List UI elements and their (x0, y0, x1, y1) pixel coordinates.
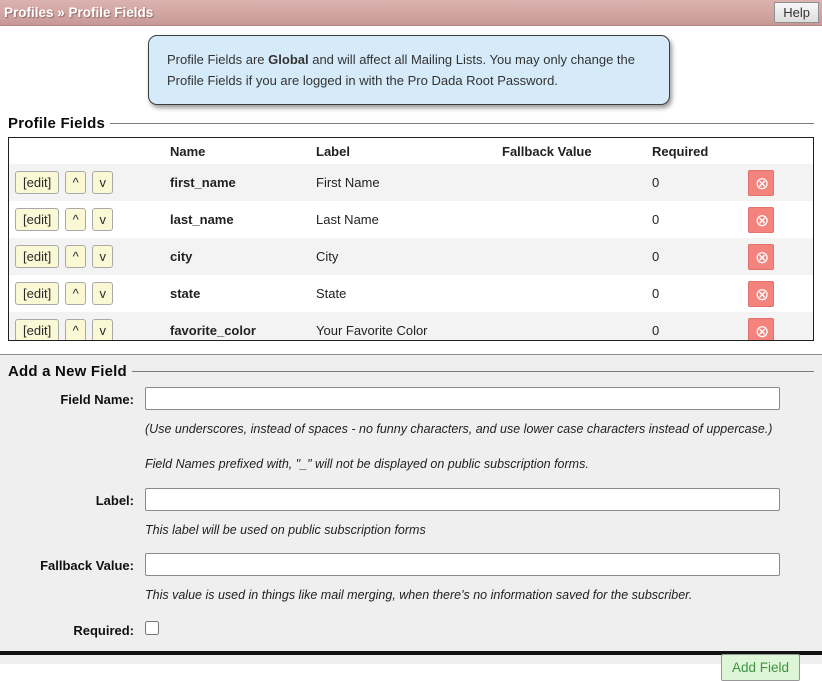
required-cell: 0 (648, 201, 744, 238)
add-field-button[interactable]: Add Field (721, 654, 800, 681)
edit-button[interactable]: [edit] (15, 282, 59, 305)
delete-field-icon[interactable]: ⊗ (748, 170, 774, 196)
required-checkbox[interactable] (145, 621, 159, 635)
breadcrumb-bar: Profiles » Profile Fields Help (0, 0, 822, 26)
required-cell: 0 (648, 312, 744, 341)
table-header-row: Name Label Fallback Value Required (9, 138, 813, 164)
table-row: [edit] ^ v last_nameLast Name 0⊗ (9, 201, 813, 238)
profile-fields-table-wrap: Name Label Fallback Value Required [edit… (8, 137, 814, 341)
field-name-input[interactable] (145, 387, 780, 410)
notice-text-before: Profile Fields are (167, 52, 268, 67)
col-header-delete (744, 138, 813, 164)
bottom-tail (0, 655, 822, 664)
table-row: [edit] ^ v first_nameFirst Name 0⊗ (9, 164, 813, 201)
fallback-value-label: Fallback Value: (8, 553, 134, 573)
edit-button[interactable]: [edit] (15, 319, 59, 341)
col-header-name: Name (166, 138, 312, 164)
upper-section: Profile Fields are Global and will affec… (0, 26, 822, 354)
fallback-value-cell (498, 312, 648, 341)
field-name-cell: first_name (166, 164, 312, 201)
field-name-cell: last_name (166, 201, 312, 238)
table-row: [edit] ^ v cityCity 0⊗ (9, 238, 813, 275)
field-name-label: Field Name: (8, 387, 134, 407)
col-header-required: Required (648, 138, 744, 164)
global-notice-box: Profile Fields are Global and will affec… (148, 35, 670, 105)
move-up-button[interactable]: ^ (65, 319, 86, 341)
add-field-fieldset: Add a New Field Field Name: (Use undersc… (8, 363, 814, 681)
delete-field-icon[interactable]: ⊗ (748, 207, 774, 233)
help-button[interactable]: Help (774, 2, 819, 23)
col-header-label: Label (312, 138, 498, 164)
lower-section: Add a New Field Field Name: (Use undersc… (0, 354, 822, 651)
field-label-cell: Last Name (312, 201, 498, 238)
move-up-button[interactable]: ^ (65, 245, 86, 268)
move-down-button[interactable]: v (92, 319, 113, 341)
field-name-cell: city (166, 238, 312, 275)
move-up-button[interactable]: ^ (65, 282, 86, 305)
fallback-value-input[interactable] (145, 553, 780, 576)
field-label-cell: First Name (312, 164, 498, 201)
breadcrumb: Profiles » Profile Fields (4, 5, 153, 20)
delete-field-icon[interactable]: ⊗ (748, 244, 774, 270)
edit-button[interactable]: [edit] (15, 208, 59, 231)
field-name-cell: state (166, 275, 312, 312)
move-down-button[interactable]: v (92, 171, 113, 194)
notice-text-bold: Global (268, 52, 308, 67)
required-cell: 0 (648, 164, 744, 201)
profile-fields-legend: Profile Fields (6, 115, 110, 132)
field-label-cell: Your Favorite Color (312, 312, 498, 341)
fallback-value-help: This value is used in things like mail m… (145, 587, 780, 603)
move-down-button[interactable]: v (92, 282, 113, 305)
table-row: [edit] ^ v stateState 0⊗ (9, 275, 813, 312)
table-row: [edit] ^ v favorite_colorYour Favorite Colo… (9, 312, 813, 341)
required-cell: 0 (648, 238, 744, 275)
fallback-value-cell (498, 238, 648, 275)
field-name-help-1: (Use underscores, instead of spaces - no… (145, 421, 780, 437)
label-input[interactable] (145, 488, 780, 511)
edit-button[interactable]: [edit] (15, 171, 59, 194)
fallback-value-cell (498, 164, 648, 201)
profile-fields-table: Name Label Fallback Value Required [edit… (9, 138, 813, 341)
fallback-value-cell (498, 275, 648, 312)
col-header-actions (9, 138, 166, 164)
field-name-help-2: Field Names prefixed with, "_" will not … (145, 456, 780, 472)
required-cell: 0 (648, 275, 744, 312)
col-header-fallback: Fallback Value (498, 138, 648, 164)
field-name-cell: favorite_color (166, 312, 312, 341)
delete-field-icon[interactable]: ⊗ (748, 281, 774, 307)
fallback-value-cell (498, 201, 648, 238)
field-label-cell: State (312, 275, 498, 312)
profile-fields-fieldset: Profile Fields Name Label Fallback Value… (8, 115, 814, 341)
label-help: This label will be used on public subscr… (145, 522, 780, 538)
add-field-legend: Add a New Field (6, 363, 132, 380)
label-label: Label: (8, 488, 134, 508)
move-down-button[interactable]: v (92, 245, 113, 268)
edit-button[interactable]: [edit] (15, 245, 59, 268)
required-label: Required: (8, 618, 134, 638)
field-label-cell: City (312, 238, 498, 275)
move-up-button[interactable]: ^ (65, 171, 86, 194)
profile-fields-tbody: [edit]^vfirst_nameFirst Name0⊗[edit]^vla… (9, 164, 813, 341)
move-down-button[interactable]: v (92, 208, 113, 231)
delete-field-icon[interactable]: ⊗ (748, 318, 774, 342)
move-up-button[interactable]: ^ (65, 208, 86, 231)
